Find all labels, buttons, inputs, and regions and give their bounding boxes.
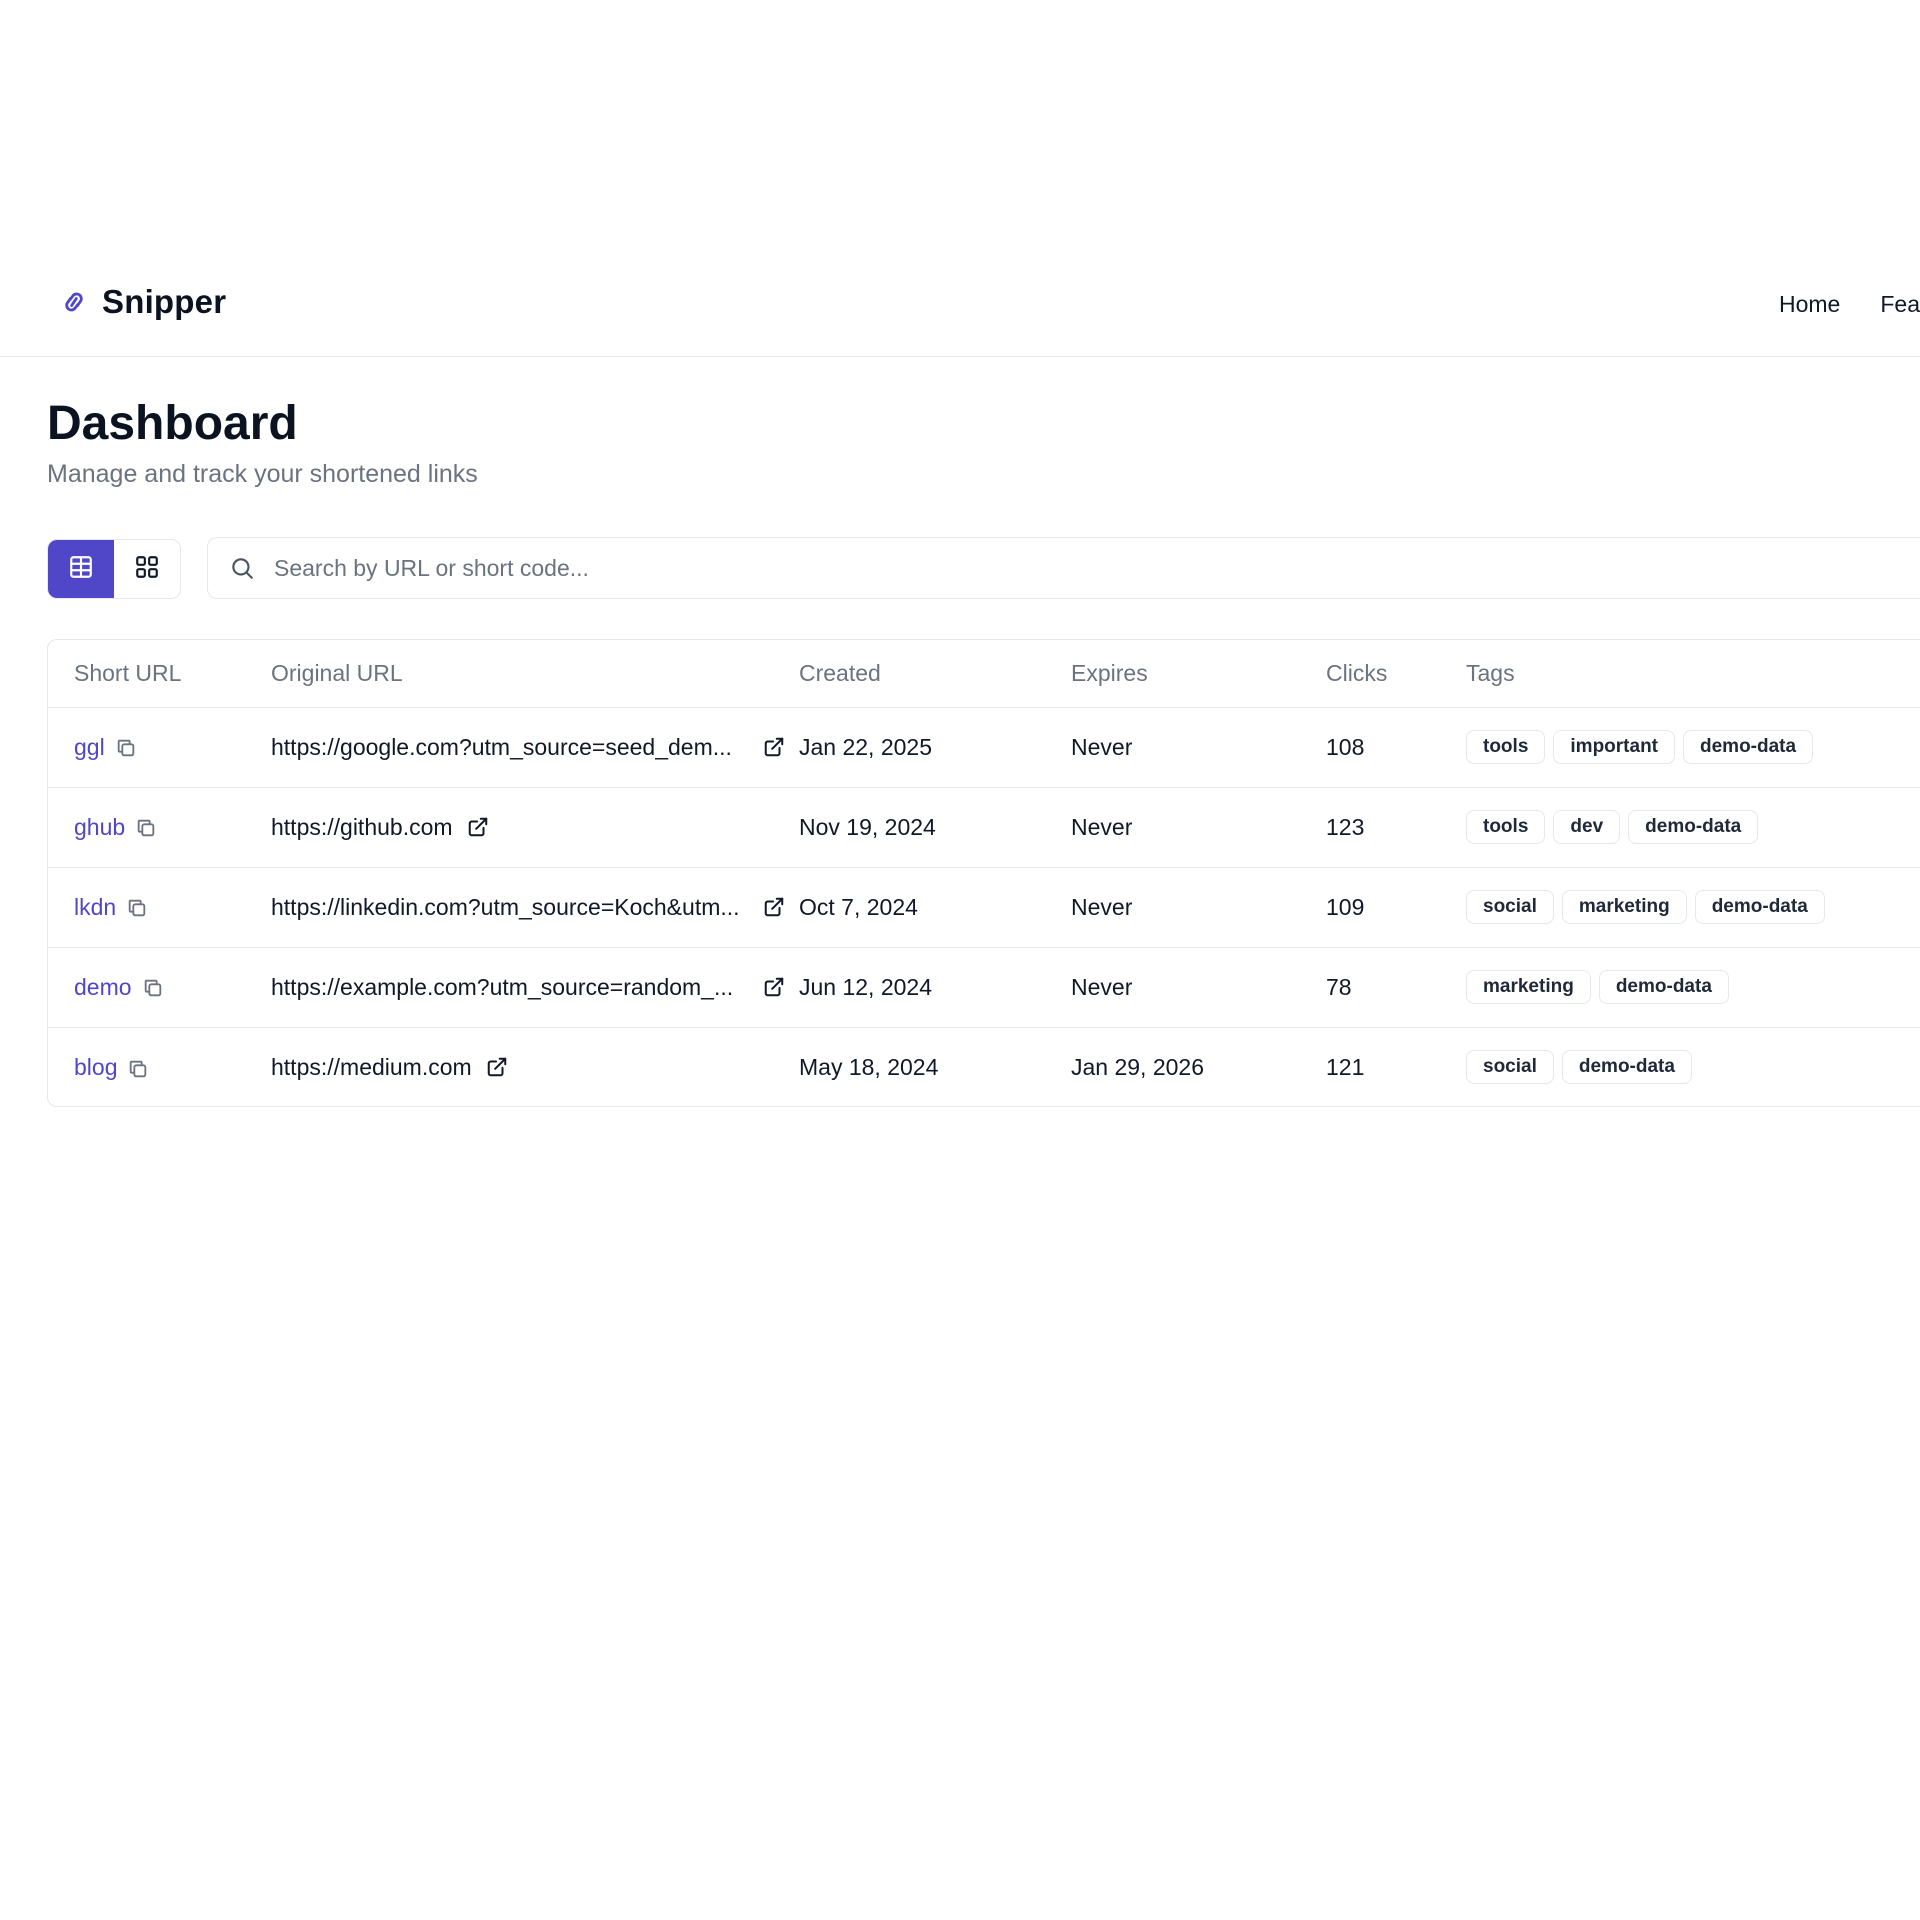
created-cell: Oct 7, 2024: [799, 867, 1071, 948]
table-row: demo https://example.com?utm_source=rand…: [48, 947, 1920, 1028]
copy-icon[interactable]: [115, 737, 137, 759]
tag-badge[interactable]: marketing: [1561, 890, 1687, 924]
clicks-cell: 109: [1326, 867, 1466, 948]
column-header-short-url[interactable]: Short URL: [48, 640, 271, 708]
created-cell: May 18, 2024: [799, 1053, 939, 1080]
column-header-original-url[interactable]: Original URL: [271, 640, 799, 708]
external-link-icon[interactable]: [763, 896, 785, 918]
column-header-expires[interactable]: Expires: [1071, 640, 1326, 708]
link-logo-icon: [60, 284, 88, 320]
column-header-created[interactable]: Created: [799, 640, 1071, 708]
table-view-icon: [68, 554, 94, 585]
short-url-link[interactable]: blog: [74, 1054, 117, 1080]
clicks-cell: 108: [1326, 707, 1466, 788]
table-row: ghub https://github.com Nov 19, 2024 Nev…: [48, 787, 1920, 868]
tag-badge[interactable]: demo-data: [1561, 1050, 1692, 1085]
tag-badge[interactable]: demo-data: [1628, 810, 1759, 844]
original-url-cell: https://github.com: [271, 787, 799, 868]
original-url-text: https://medium.com: [271, 1053, 472, 1080]
original-url-text: https://linkedin.com?utm_source=Koch&utm…: [271, 893, 740, 920]
short-url-cell: ggl: [48, 707, 271, 788]
copy-icon[interactable]: [127, 1058, 149, 1080]
tag-badge[interactable]: demo-data: [1683, 730, 1814, 764]
expires-cell: Never: [1071, 947, 1326, 1028]
links-table: Short URL Original URL Created Expires C…: [47, 639, 1920, 1107]
tag-badge[interactable]: important: [1553, 730, 1675, 764]
created-cell: Nov 19, 2024: [799, 787, 1071, 868]
brand-name: Snipper: [102, 283, 227, 320]
created-cell: Jan 22, 2025: [799, 707, 1071, 788]
short-url-cell: demo: [48, 947, 271, 1028]
tags-cell: tools important demo-data: [1466, 707, 1920, 788]
short-url-cell: blog: [48, 1027, 271, 1106]
clicks-cell: 78: [1326, 947, 1466, 1028]
expires-cell: Never: [1071, 787, 1326, 868]
tag-badge[interactable]: tools: [1466, 730, 1546, 764]
original-url-text: https://github.com: [271, 813, 453, 840]
short-url-cell: lkdn: [48, 867, 271, 948]
tag-badge[interactable]: social: [1466, 890, 1554, 924]
external-link-icon[interactable]: [763, 736, 785, 758]
search-input[interactable]: [272, 553, 1772, 583]
tag-badge[interactable]: social: [1466, 1050, 1554, 1085]
tag-badge[interactable]: marketing: [1466, 970, 1591, 1004]
nav-home-link[interactable]: Home: [1779, 291, 1840, 318]
copy-icon[interactable]: [126, 897, 148, 919]
expires-cell: Jan 29, 2026: [1071, 1053, 1205, 1080]
expires-cell: Never: [1071, 867, 1326, 948]
view-toggle: [47, 539, 181, 599]
table-row: blog https://medium.com May 18, 2024 Jan…: [48, 1027, 1920, 1106]
tag-badge[interactable]: demo-data: [1598, 970, 1729, 1004]
page-subtitle: Manage and track your shortened links: [47, 460, 478, 488]
tags-cell: marketing demo-data: [1466, 947, 1920, 1028]
tags-cell: social marketing demo-data: [1466, 867, 1920, 948]
page-title: Dashboard: [47, 397, 298, 450]
column-header-clicks[interactable]: Clicks: [1326, 640, 1466, 708]
original-url-text: https://google.com?utm_source=seed_dem..…: [271, 733, 732, 760]
tags-cell: tools dev demo-data: [1466, 787, 1920, 868]
external-link-icon[interactable]: [467, 816, 489, 838]
search-icon: [228, 554, 256, 582]
expires-cell: Never: [1071, 707, 1326, 788]
top-navbar: Snipper Home Feat: [0, 253, 1920, 357]
clicks-cell: 121: [1326, 1053, 1365, 1080]
original-url-text: https://example.com?utm_source=random_..…: [271, 973, 734, 1000]
short-url-link[interactable]: demo: [74, 974, 132, 1000]
external-link-icon[interactable]: [486, 1056, 508, 1078]
original-url-cell: https://example.com?utm_source=random_..…: [271, 947, 799, 1028]
short-url-link[interactable]: lkdn: [74, 894, 116, 920]
grid-view-button[interactable]: [114, 540, 180, 598]
tag-badge[interactable]: demo-data: [1694, 890, 1825, 924]
tags-cell: social demo-data: [1466, 1027, 1920, 1106]
grid-view-icon: [134, 554, 160, 585]
short-url-link[interactable]: ggl: [74, 734, 105, 760]
external-link-icon[interactable]: [763, 976, 785, 998]
short-url-cell: ghub: [48, 787, 271, 868]
original-url-cell: https://linkedin.com?utm_source=Koch&utm…: [271, 867, 799, 948]
clicks-cell: 123: [1326, 787, 1466, 868]
original-url-cell: https://google.com?utm_source=seed_dem..…: [271, 707, 799, 788]
copy-icon[interactable]: [142, 977, 164, 999]
original-url-cell: https://medium.com: [271, 1027, 799, 1106]
table-row: lkdn https://linkedin.com?utm_source=Koc…: [48, 867, 1920, 948]
tag-badge[interactable]: tools: [1466, 810, 1546, 844]
short-url-link[interactable]: ghub: [74, 814, 125, 840]
created-cell: Jun 12, 2024: [799, 947, 1071, 1028]
table-view-button[interactable]: [48, 540, 114, 598]
nav-links: Home Feat: [1779, 291, 1920, 318]
table-row: ggl https://google.com?utm_source=seed_d…: [48, 707, 1920, 788]
column-header-tags[interactable]: Tags: [1466, 640, 1920, 708]
nav-features-link[interactable]: Feat: [1880, 291, 1920, 318]
copy-icon[interactable]: [135, 817, 157, 839]
tag-badge[interactable]: dev: [1553, 810, 1621, 844]
brand[interactable]: Snipper: [60, 283, 226, 321]
table-header-row: Short URL Original URL Created Expires C…: [48, 640, 1920, 708]
search-box: [207, 537, 1920, 599]
